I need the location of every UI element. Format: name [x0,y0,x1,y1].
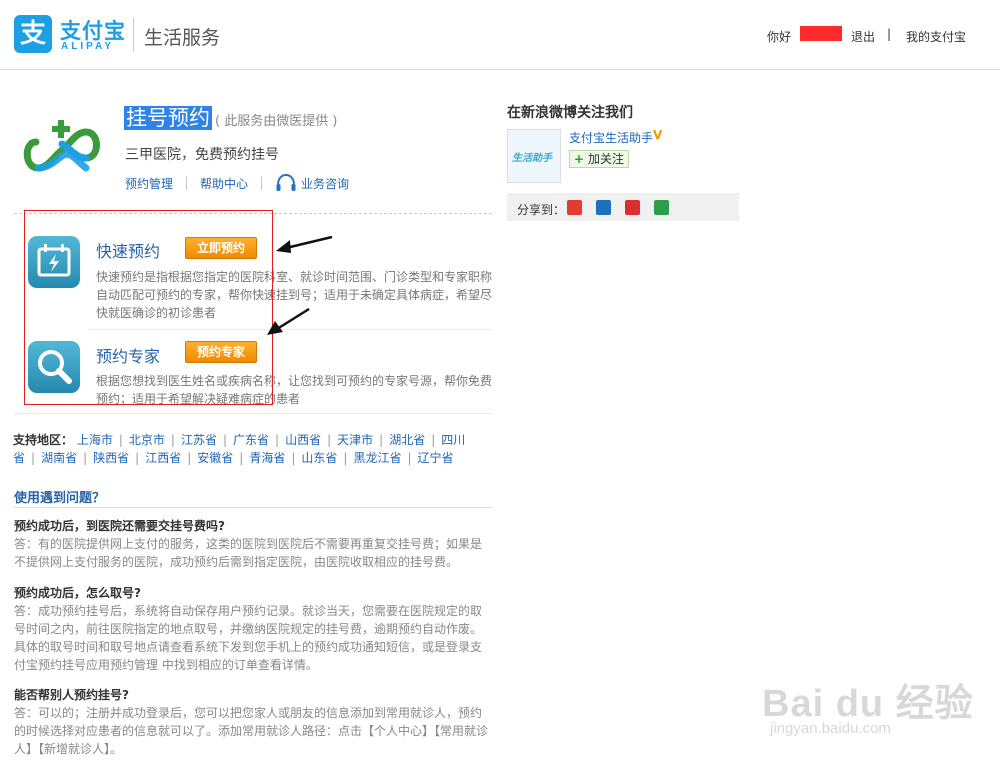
region-link[interactable]: 江苏省 [181,433,217,447]
logout-link[interactable]: 退出 [851,28,875,45]
faq-question: 能否帮别人预约挂号? [14,688,129,702]
nav-separator: | [887,27,892,41]
headset-icon [276,173,296,191]
regions-divider [14,413,492,414]
faq-divider [14,507,492,508]
region-link[interactable]: 黑龙江省 [353,451,401,465]
region-separator: | [327,433,332,447]
appointment-manage-link[interactable]: 预约管理 [125,175,173,192]
weibo-follow-title: 在新浪微博关注我们 [507,105,633,121]
faq-question: 预约成功后，怎么取号? [14,586,141,600]
page-title: 挂号预约 [124,102,212,132]
region-separator: | [83,451,88,465]
region-link[interactable]: 山东省 [301,451,337,465]
alipay-logo-sub: ALIPAY [61,41,115,52]
logo-divider [133,18,134,52]
help-center-link[interactable]: 帮助中心 [200,175,248,192]
annotation-arrow-icon [276,235,333,253]
region-separator: | [343,451,348,465]
region-link[interactable]: 湖南省 [41,451,77,465]
faq-answer: 答：可以的；注册并成功登录后，您可以把您家人或朋友的信息添加到常用就诊人，预约的… [14,706,489,756]
business-consult-link[interactable]: 业务咨询 [301,175,349,192]
baidu-watermark: Bai du 经验 [762,683,974,725]
baidu-watermark-url: jingyan.baidu.com [770,720,891,737]
page-title-text: 挂号预约 [124,106,212,130]
region-separator: | [291,451,296,465]
region-separator: | [431,433,436,447]
annotation-arrow-icon [267,307,310,335]
redacted-username[interactable] [800,26,842,41]
region-link[interactable]: 湖北省 [389,433,425,447]
region-separator: | [222,433,228,447]
renren-share-icon[interactable] [596,200,611,215]
share-bar: 分享到： [507,193,739,221]
region-link[interactable]: 陕西省 [93,451,129,465]
region-link[interactable]: 广东省 [233,433,269,447]
top-header: 支 支付宝 ALIPAY 生活服务 你好 退出 | 我的支付宝 [0,0,1000,70]
region-link[interactable]: 辽宁省 [418,451,454,465]
region-link[interactable]: 青海省 [249,451,285,465]
faq-answer: 答：有的医院提供网上支付的服务，这类的医院到医院后不需要再重复交挂号费；如果是不… [14,537,483,569]
faq-answer: 答：成功预约挂号后，系统将自动保存用户预约记录。就诊当天，您需要在医院规定的取号… [14,604,483,672]
region-separator: | [407,451,412,465]
region-separator: | [379,433,384,447]
plus-icon: + [574,152,585,166]
link-divider [261,176,263,190]
region-link[interactable]: 北京市 [129,433,165,447]
region-separator: | [118,433,123,447]
region-link[interactable]: 上海市 [77,433,113,447]
verified-badge-icon: V [653,128,663,142]
service-provider-note: ( 此服务由微医提供 ) [215,114,338,129]
service-title: 生活服务 [144,27,221,49]
region-separator: | [170,433,175,447]
regions-label: 支持地区： [13,433,74,447]
follow-button[interactable]: + 加关注 [569,150,629,168]
region-link[interactable]: 天津市 [337,433,373,447]
alipay-logo-icon[interactable]: 支 [14,15,52,53]
follow-label: 加关注 [587,152,624,166]
supported-regions: 支持地区： 上海市 | 北京市 | 江苏省 | 广东省 | 山西省 | 天津市 | 湖北省 | 四川省 | 湖南… [13,431,493,467]
guahao-logo-icon [23,120,100,172]
weibo-avatar-text: 生活助手 [512,153,552,164]
product-description: 三甲医院，免费预约挂号 [125,147,279,163]
region-link[interactable]: 安徽省 [197,451,233,465]
share-label: 分享到： [517,203,566,217]
faq-question: 预约成功后，到医院还需要交挂号费吗? [14,519,225,533]
kaixin-share-icon[interactable] [625,200,640,215]
region-link[interactable]: 山西省 [285,433,321,447]
product-links: 预约管理 帮助中心 业务咨询 [125,173,349,193]
region-separator: | [31,451,36,465]
region-separator: | [135,451,140,465]
douban-share-icon[interactable] [654,200,669,215]
region-link[interactable]: 江西省 [145,451,181,465]
region-separator: | [187,451,192,465]
my-alipay-link[interactable]: 我的支付宝 [906,28,966,45]
region-separator: | [239,451,244,465]
greeting-text: 你好 [767,30,792,44]
faq-title: 使用遇到问题？ [14,491,106,506]
region-separator: | [275,433,280,447]
sina-weibo-share-icon[interactable] [567,200,582,215]
link-divider [186,176,188,190]
weibo-account-link[interactable]: 支付宝生活助手 [569,129,653,146]
annotation-highlight-box [24,210,273,405]
weibo-avatar[interactable]: 生活助手 [507,129,561,183]
